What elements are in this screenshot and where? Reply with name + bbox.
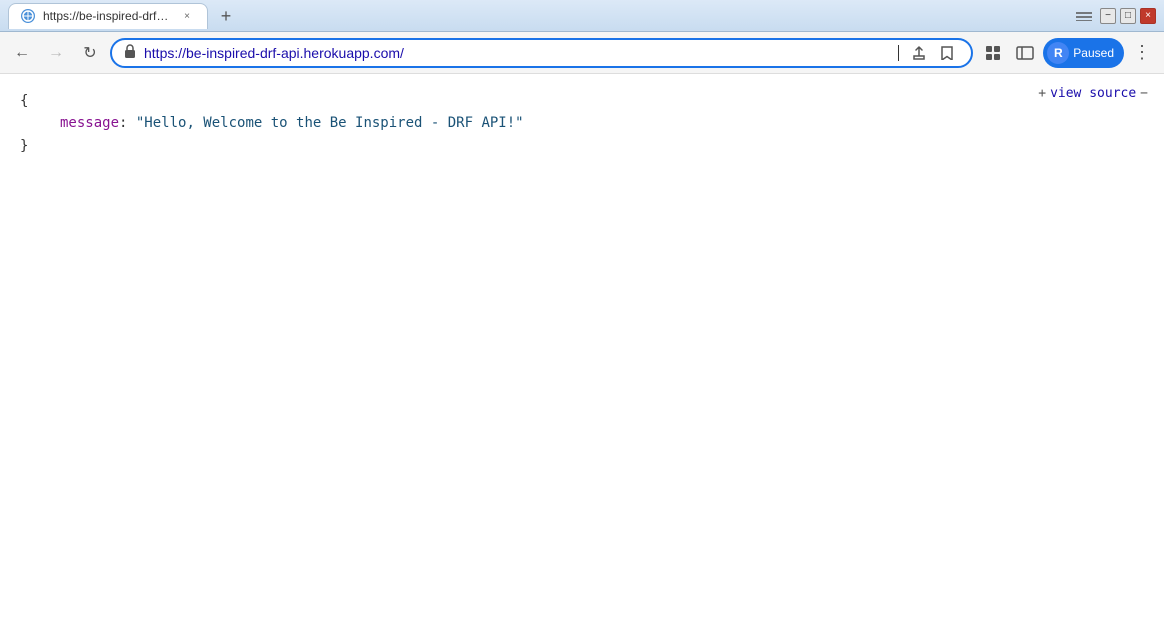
title-bar-left: https://be-inspired-drf-api.herok × + [8,3,238,29]
tab-close-button[interactable]: × [179,8,195,24]
new-tab-button[interactable]: + [214,5,238,29]
text-cursor [898,45,899,61]
view-source-bar: + view source − [1038,86,1148,101]
json-content: { message: "Hello, Welcome to the Be Ins… [20,90,1144,157]
lock-icon [124,44,136,61]
reload-button[interactable]: ↻ [76,39,104,67]
tab-title: https://be-inspired-drf-api.herok [43,9,171,23]
address-bar[interactable]: https://be-inspired-drf-api.herokuapp.co… [110,38,973,68]
minimize-button[interactable]: − [1100,8,1116,24]
title-bar: https://be-inspired-drf-api.herok × + − … [0,0,1164,32]
json-close-brace: } [20,135,1144,157]
json-key: message [60,115,119,131]
address-actions [907,41,959,65]
json-colon: : [119,115,136,131]
view-source-plus: + [1038,86,1046,101]
profile-avatar: R [1047,42,1069,64]
chrome-menu-button[interactable]: ⋮ [1128,39,1156,67]
content-area: + view source − { message: "Hello, Welco… [0,74,1164,639]
tab-favicon [21,9,35,23]
overflow-button[interactable] [1072,4,1096,28]
title-bar-right: − □ × [1072,4,1156,28]
nav-bar: ← → ↻ https://be-inspired-drf-api.heroku… [0,32,1164,74]
profile-status: Paused [1073,46,1114,60]
toolbar-right: R Paused ⋮ [979,38,1156,68]
bookmark-button[interactable] [935,41,959,65]
profile-button[interactable]: R Paused [1043,38,1124,68]
json-value: "Hello, Welcome to the Be Inspired - DRF… [136,115,524,131]
back-button[interactable]: ← [8,39,36,67]
share-button[interactable] [907,41,931,65]
json-open-brace: { [20,90,1144,112]
json-key-value-pair: message: "Hello, Welcome to the Be Inspi… [60,112,1144,134]
sidebar-button[interactable] [1011,39,1039,67]
close-button[interactable]: × [1140,8,1156,24]
extensions-button[interactable] [979,39,1007,67]
forward-button[interactable]: → [42,39,70,67]
view-source-dash: − [1140,86,1148,101]
maximize-button[interactable]: □ [1120,8,1136,24]
view-source-link[interactable]: view source [1050,86,1136,101]
url-display[interactable]: https://be-inspired-drf-api.herokuapp.co… [144,45,890,61]
active-tab[interactable]: https://be-inspired-drf-api.herok × [8,3,208,29]
tab-bar: https://be-inspired-drf-api.herok × + [8,3,238,29]
